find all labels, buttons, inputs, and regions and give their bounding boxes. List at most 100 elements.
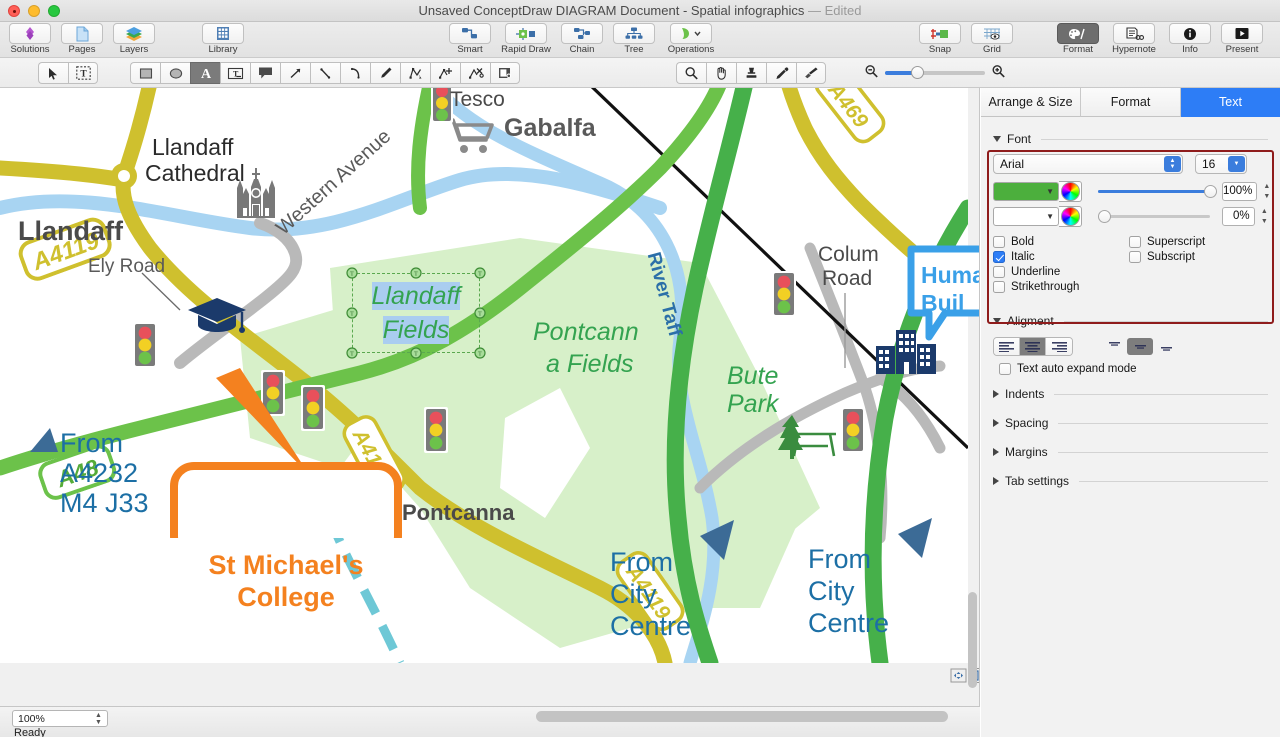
disclosure-triangle-icon[interactable] bbox=[993, 318, 1001, 324]
zoom-stepper[interactable]: ▲▼ bbox=[95, 713, 104, 726]
stroke-opacity-stepper[interactable]: ▲▼ bbox=[1261, 208, 1268, 225]
paintbrush-tool[interactable] bbox=[796, 62, 826, 84]
ellipse-tool[interactable] bbox=[160, 62, 190, 84]
direction-label-from-a4232[interactable]: From A4232 M4 J33 bbox=[60, 428, 149, 518]
page-resize-handle-icon[interactable] bbox=[950, 668, 967, 688]
map-label-tesco[interactable]: Tesco bbox=[450, 88, 505, 112]
map-label-llandaff[interactable]: Llandaff bbox=[18, 216, 123, 247]
tab-settings-section-header[interactable]: Tab settings bbox=[981, 471, 1280, 491]
checkbox-bold[interactable]: Bold bbox=[993, 236, 1129, 248]
map-label-bute-park-line1[interactable]: Bute bbox=[727, 362, 778, 391]
scrollbar-thumb[interactable] bbox=[536, 711, 948, 722]
map-label-pontcanna-fields-line1[interactable]: Pontcann bbox=[533, 318, 639, 347]
toolbar-button-chain[interactable]: Chain bbox=[556, 22, 608, 58]
stroke-opacity-value[interactable]: 0% bbox=[1222, 207, 1255, 226]
toolbar-button-grid[interactable]: Grid bbox=[966, 22, 1018, 58]
chevron-updown-icon[interactable]: ▲▼ bbox=[1164, 156, 1181, 172]
align-right-button[interactable] bbox=[1046, 338, 1072, 355]
direction-label-from-city-centre-right[interactable]: From City Centre bbox=[808, 543, 889, 639]
toolbar-button-format[interactable]: Format bbox=[1052, 22, 1104, 58]
fill-color-picker[interactable]: ▼ bbox=[993, 181, 1082, 202]
canvas-zoom-control[interactable] bbox=[864, 62, 1006, 84]
font-section-header[interactable]: Font bbox=[981, 129, 1280, 149]
checkbox-italic[interactable]: Italic bbox=[993, 251, 1129, 263]
map-label-colum-road-line2[interactable]: Road bbox=[822, 267, 872, 291]
arrow-tool[interactable] bbox=[280, 62, 310, 84]
stroke-color-swatch[interactable]: ▼ bbox=[993, 207, 1059, 226]
map-label-llandaff-cathedral-line1[interactable]: Llandaff bbox=[152, 134, 233, 161]
zoom-out-icon[interactable] bbox=[864, 64, 879, 83]
disclosure-triangle-icon[interactable] bbox=[993, 390, 999, 398]
stroke-opacity-slider[interactable] bbox=[1098, 209, 1210, 224]
align-top-button[interactable] bbox=[1101, 338, 1127, 355]
scrollbar-thumb[interactable] bbox=[968, 592, 977, 688]
map-label-gabalfa[interactable]: Gabalfa bbox=[504, 114, 596, 143]
slider-knob[interactable] bbox=[1098, 210, 1111, 223]
stamp-tool[interactable] bbox=[736, 62, 766, 84]
tab-format[interactable]: Format bbox=[1081, 88, 1181, 117]
checkbox-box[interactable] bbox=[993, 281, 1005, 293]
canvas-vertical-scrollbar[interactable] bbox=[968, 92, 977, 692]
zoom-slider-track[interactable] bbox=[885, 71, 985, 75]
toolbar-button-pages[interactable]: Pages bbox=[56, 22, 108, 58]
map-label-ely-road[interactable]: Ely Road bbox=[88, 256, 165, 278]
zoom-level-field[interactable]: 100% ▲▼ bbox=[12, 710, 108, 727]
toolbar-button-library[interactable]: Library bbox=[197, 22, 249, 58]
checkbox-box-checked[interactable] bbox=[993, 251, 1005, 263]
checkbox-superscript[interactable]: Superscript bbox=[1129, 236, 1205, 248]
align-middle-button[interactable] bbox=[1127, 338, 1153, 355]
callout-st-michaels-college[interactable]: St Michael's College bbox=[168, 358, 420, 543]
checkbox-text-auto-expand[interactable]: Text auto expand mode bbox=[999, 363, 1137, 375]
toolbar-button-smart[interactable]: Smart bbox=[444, 22, 496, 58]
direction-label-from-city-centre-left[interactable]: From City Centre bbox=[610, 546, 691, 642]
tab-text[interactable]: Text bbox=[1181, 88, 1280, 117]
canvas-horizontal-scrollbar[interactable] bbox=[116, 711, 951, 722]
checkbox-box[interactable] bbox=[993, 266, 1005, 278]
checkbox-subscript[interactable]: Subscript bbox=[1129, 251, 1205, 263]
font-family-select[interactable]: Arial ▲▼ bbox=[993, 154, 1183, 174]
checkbox-underline[interactable]: Underline bbox=[993, 266, 1129, 278]
pointer-tool[interactable] bbox=[38, 62, 68, 84]
toolbar-button-present[interactable]: Present bbox=[1216, 22, 1268, 58]
callout-tool[interactable] bbox=[250, 62, 280, 84]
fill-opacity-stepper[interactable]: ▲▼ bbox=[1263, 183, 1270, 200]
eyedropper-tool[interactable] bbox=[766, 62, 796, 84]
tab-arrange-size[interactable]: Arrange & Size bbox=[981, 88, 1081, 117]
zoom-slider-knob[interactable] bbox=[911, 66, 924, 79]
toolbar-button-tree[interactable]: Tree bbox=[608, 22, 660, 58]
curve-tool[interactable] bbox=[340, 62, 370, 84]
toolbar-button-info[interactable]: Info bbox=[1164, 22, 1216, 58]
document-page[interactable]: A4119 A48 A4119 A4119 A469 bbox=[0, 88, 968, 663]
rectangle-tool[interactable] bbox=[130, 62, 160, 84]
disclosure-triangle-icon[interactable] bbox=[993, 477, 999, 485]
fill-opacity-slider[interactable] bbox=[1098, 184, 1210, 199]
map-label-bute-park-line2[interactable]: Park bbox=[727, 390, 778, 419]
toolbar-button-solutions[interactable]: Solutions bbox=[4, 22, 56, 58]
alignment-section-header[interactable]: Aligment bbox=[981, 311, 1280, 331]
font-size-select[interactable]: 16 ▼ bbox=[1195, 154, 1247, 174]
stroke-color-picker[interactable]: ▼ bbox=[993, 206, 1082, 227]
checkbox-box[interactable] bbox=[999, 363, 1011, 375]
toolbar-button-snap[interactable]: Snap bbox=[914, 22, 966, 58]
toolbar-button-hypernote[interactable]: Hypernote bbox=[1104, 22, 1164, 58]
toolbar-button-layers[interactable]: Layers bbox=[108, 22, 160, 58]
align-left-button[interactable] bbox=[994, 338, 1020, 355]
hand-tool[interactable] bbox=[706, 62, 736, 84]
checkbox-box[interactable] bbox=[1129, 251, 1141, 263]
fill-opacity-value[interactable]: 100% bbox=[1222, 182, 1257, 201]
text-select-tool[interactable]: T bbox=[68, 62, 98, 84]
add-point-tool[interactable] bbox=[430, 62, 460, 84]
map-label-colum-road-line1[interactable]: Colum bbox=[818, 243, 879, 267]
disclosure-triangle-icon[interactable] bbox=[993, 448, 999, 456]
magnifier-tool[interactable] bbox=[676, 62, 706, 84]
spacing-section-header[interactable]: Spacing bbox=[981, 413, 1280, 433]
fill-color-swatch[interactable]: ▼ bbox=[993, 182, 1059, 201]
zoom-in-icon[interactable] bbox=[991, 64, 1006, 83]
chevron-down-icon[interactable]: ▼ bbox=[1228, 156, 1245, 172]
pen-tool[interactable] bbox=[370, 62, 400, 84]
checkbox-box[interactable] bbox=[1129, 236, 1141, 248]
checkbox-box[interactable] bbox=[993, 236, 1005, 248]
edit-points-tool[interactable] bbox=[400, 62, 430, 84]
crop-tool[interactable] bbox=[490, 62, 520, 84]
fill-color-wheel-button[interactable] bbox=[1059, 181, 1082, 202]
